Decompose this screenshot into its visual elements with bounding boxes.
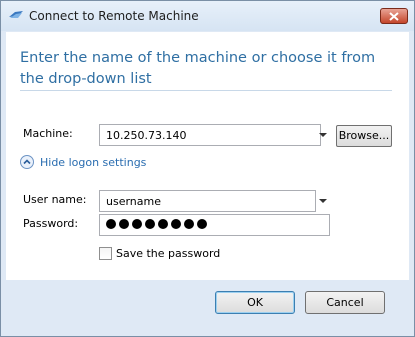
password-mask [106, 219, 210, 229]
save-password-label: Save the password [116, 247, 221, 260]
heading-divider [20, 90, 392, 91]
username-dropdown-icon[interactable] [319, 199, 327, 203]
password-dot [119, 219, 129, 229]
password-dot [132, 219, 142, 229]
password-input[interactable] [99, 214, 330, 236]
machine-dropdown-icon[interactable] [319, 133, 327, 137]
dialog-window: Connect to Remote Machine Enter the name… [0, 0, 415, 337]
title-bar[interactable]: Connect to Remote Machine [1, 1, 414, 31]
window-title: Connect to Remote Machine [29, 9, 199, 23]
machine-label: Machine: [23, 127, 73, 140]
password-dot [171, 219, 181, 229]
password-dot [106, 219, 116, 229]
dialog-content: Enter the name of the machine or choose … [6, 32, 409, 280]
hide-logon-settings-label: Hide logon settings [40, 156, 147, 169]
save-password-checkbox[interactable] [99, 247, 112, 260]
remote-desktop-icon [9, 11, 23, 18]
machine-input[interactable]: 10.250.73.140 [99, 124, 321, 146]
cancel-button[interactable]: Cancel [305, 291, 385, 314]
ok-label: OK [247, 296, 263, 309]
password-label: Password: [23, 217, 79, 230]
ok-button[interactable]: OK [215, 291, 295, 314]
password-dot [197, 219, 207, 229]
password-dot [184, 219, 194, 229]
instruction-heading: Enter the name of the machine or choose … [20, 50, 376, 87]
close-icon [389, 12, 399, 21]
close-button[interactable] [380, 8, 408, 24]
cancel-label: Cancel [326, 296, 364, 309]
username-label: User name: [23, 193, 87, 206]
username-input[interactable]: username [99, 190, 316, 212]
password-dot [158, 219, 168, 229]
browse-button[interactable]: Browse... [336, 125, 392, 147]
chevron-up-icon [20, 155, 34, 169]
password-dot [145, 219, 155, 229]
